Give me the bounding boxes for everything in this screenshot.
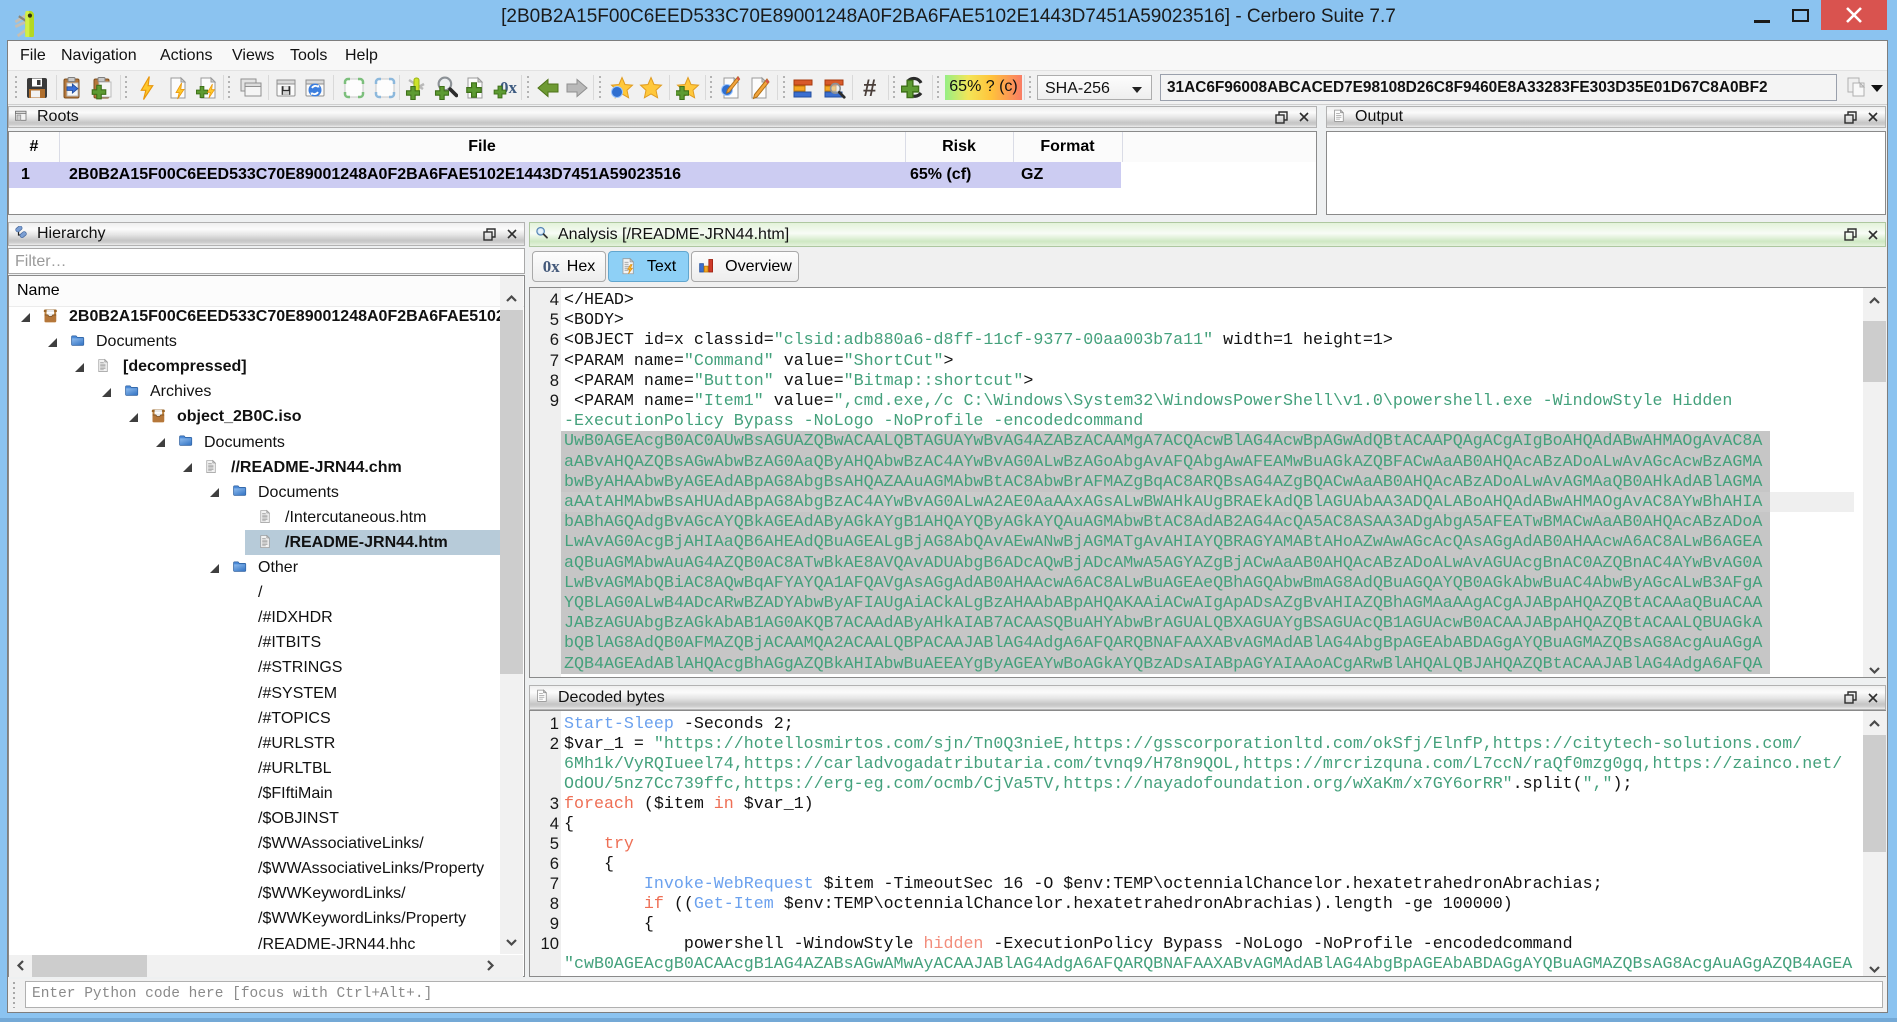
svg-text:#: # [863,76,876,100]
